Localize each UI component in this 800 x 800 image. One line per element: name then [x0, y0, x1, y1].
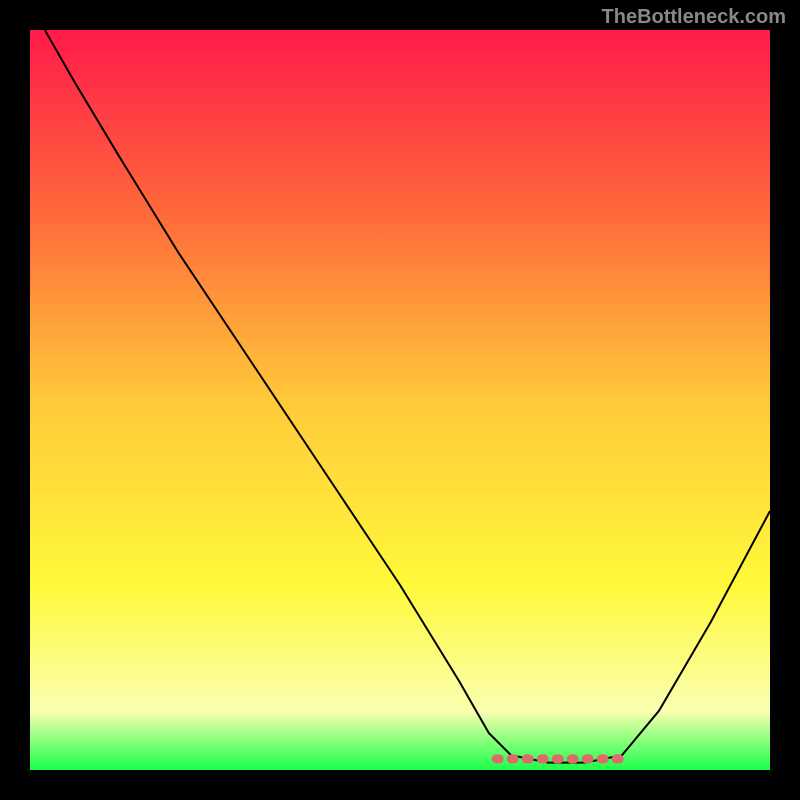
- plot-area: [30, 30, 770, 770]
- chart-svg: [30, 30, 770, 770]
- gradient-background: [30, 30, 770, 770]
- watermark-text: TheBottleneck.com: [602, 6, 786, 29]
- chart-container: TheBottleneck.com: [0, 0, 800, 800]
